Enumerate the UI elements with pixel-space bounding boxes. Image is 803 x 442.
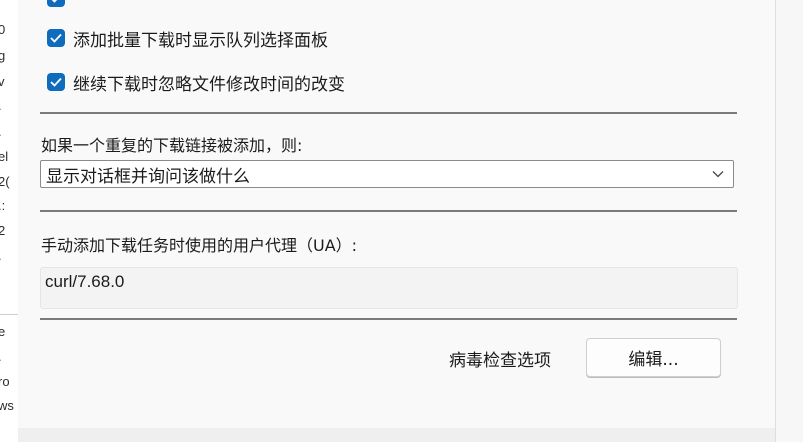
user-agent-input[interactable]	[41, 271, 737, 293]
antivirus-label: 病毒检查选项	[449, 351, 551, 371]
background-text: .:	[0, 198, 6, 213]
background-text: e	[0, 324, 5, 339]
download-settings-panel: 添加批量下载时显示队列选择面板 继续下载时忽略文件修改时间的改变 如果一个重复的…	[18, 0, 775, 429]
user-agent-field[interactable]	[40, 267, 738, 309]
section-divider	[40, 318, 737, 320]
background-text: 2(	[0, 174, 10, 189]
background-text: v	[0, 74, 5, 89]
background-text: ro	[0, 374, 10, 389]
checkbox-row-ignore-modtime[interactable]: 继续下载时忽略文件修改时间的改变	[47, 70, 345, 95]
background-text: .	[0, 248, 2, 263]
checkmark-icon	[50, 33, 62, 43]
background-text: .	[0, 349, 2, 364]
background-text: 2	[0, 223, 5, 238]
checkbox[interactable]	[47, 73, 65, 91]
section-divider	[40, 210, 737, 212]
select-value: 显示对话框并询问该做什么	[46, 166, 250, 187]
chevron-down-icon	[703, 170, 733, 178]
background-text: el	[0, 149, 9, 164]
background-window: 0 g v . . el 2( .: 2 . e . ro ws	[0, 0, 19, 442]
background-text: 0	[0, 22, 5, 37]
background-window-right	[775, 0, 803, 442]
checkbox[interactable]	[47, 29, 65, 47]
checkbox-row-hidden[interactable]	[47, 0, 73, 10]
antivirus-edit-button[interactable]: 编辑...	[586, 338, 721, 377]
duplicate-action-select[interactable]: 显示对话框并询问该做什么	[40, 160, 734, 188]
background-divider	[0, 314, 18, 315]
checkmark-icon	[51, 0, 58, 3]
checkmark-icon	[50, 77, 62, 87]
checkbox[interactable]	[47, 0, 65, 7]
checkbox-label: 继续下载时忽略文件修改时间的改变	[73, 74, 345, 95]
background-text: .	[0, 98, 2, 113]
duplicate-link-label: 如果一个重复的下载链接被添加，则:	[41, 136, 303, 155]
background-text: ws	[0, 398, 14, 413]
section-divider	[40, 112, 737, 114]
dialog-footer-strip	[18, 428, 775, 442]
checkbox-label: 添加批量下载时显示队列选择面板	[73, 30, 328, 51]
background-text: .	[0, 124, 2, 139]
user-agent-label: 手动添加下载任务时使用的用户代理（UA）:	[41, 236, 358, 255]
checkbox-row-queue-panel[interactable]: 添加批量下载时显示队列选择面板	[47, 26, 328, 51]
background-text: g	[0, 48, 5, 63]
